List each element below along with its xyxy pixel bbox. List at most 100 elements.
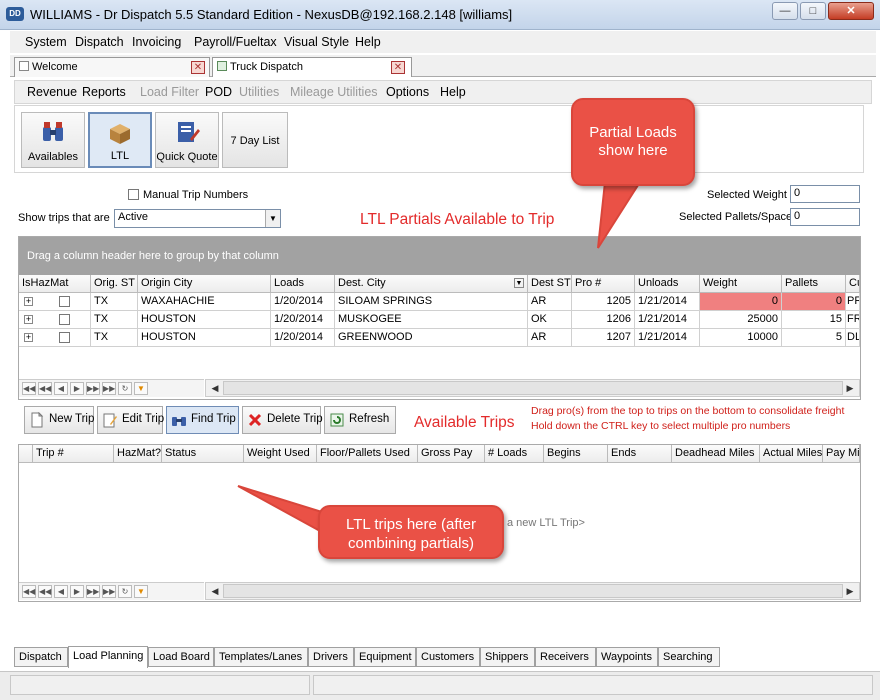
prev-record-icon[interactable]: ◀ xyxy=(54,382,68,395)
cell-weight[interactable]: 10000 xyxy=(700,329,782,347)
prev-page-icon[interactable]: ◀◀ xyxy=(38,382,52,395)
horizontal-scrollbar[interactable]: ◀ ▶ xyxy=(205,379,860,397)
cell-pallets[interactable]: 5 xyxy=(782,329,846,347)
tab-dispatch[interactable]: Dispatch xyxy=(14,647,68,667)
close-button[interactable]: ✕ xyxy=(828,2,874,20)
menu-options[interactable]: Options xyxy=(386,85,429,99)
prev-record-icon[interactable]: ◀ xyxy=(54,585,68,598)
availables-button[interactable]: Availables xyxy=(21,112,85,168)
cell-cu[interactable]: DLS xyxy=(846,329,860,347)
first-record-icon[interactable]: ◀◀ xyxy=(22,382,36,395)
manual-trip-numbers-checkbox[interactable] xyxy=(128,189,139,200)
prev-page-icon[interactable]: ◀◀ xyxy=(38,585,52,598)
close-tab-icon[interactable]: ✕ xyxy=(191,61,205,74)
col-pro[interactable]: Pro # xyxy=(572,275,635,293)
refresh-button[interactable]: Refresh xyxy=(324,406,396,434)
ltl-button[interactable]: LTL xyxy=(88,112,152,168)
cell-pro[interactable]: 1207 xyxy=(572,329,635,347)
cell-loads[interactable]: 1/20/2014 xyxy=(271,311,335,329)
expand-icon[interactable]: + xyxy=(24,297,33,306)
hazmat-checkbox[interactable] xyxy=(59,331,70,343)
col-dest-st[interactable]: Dest ST xyxy=(528,275,572,293)
cell-pro[interactable]: 1206 xyxy=(572,311,635,329)
cell-orig-st[interactable]: TX xyxy=(91,293,138,311)
col-status[interactable]: Status xyxy=(162,445,244,463)
col-actual-miles[interactable]: Actual Miles xyxy=(760,445,823,463)
col-cu[interactable]: Cu xyxy=(846,275,860,293)
tab-shippers[interactable]: Shippers xyxy=(480,647,535,667)
minimize-button[interactable]: — xyxy=(772,2,798,20)
horizontal-scrollbar[interactable]: ◀ ▶ xyxy=(205,582,860,600)
cell-pro[interactable]: 1205 xyxy=(572,293,635,311)
delete-trip-button[interactable]: Delete Trip xyxy=(242,406,323,434)
cell-orig-st[interactable]: TX xyxy=(91,311,138,329)
next-record-icon[interactable]: ▶ xyxy=(70,585,84,598)
tab-waypoints[interactable]: Waypoints xyxy=(596,647,658,667)
first-record-icon[interactable]: ◀◀ xyxy=(22,585,36,598)
menu-load-filter[interactable]: Load Filter xyxy=(140,85,199,99)
filter-icon[interactable]: ▼ xyxy=(134,382,148,395)
tab-receivers[interactable]: Receivers xyxy=(535,647,596,667)
refresh-icon[interactable]: ↻ xyxy=(118,585,132,598)
col-loads[interactable]: Loads xyxy=(271,275,335,293)
close-tab-icon[interactable]: ✕ xyxy=(391,61,405,74)
menu-mileage-utilities[interactable]: Mileage Utilities xyxy=(290,85,378,99)
show-trips-select[interactable]: Active ▼ xyxy=(114,209,281,228)
menu-invoicing[interactable]: Invoicing xyxy=(132,35,181,49)
last-record-icon[interactable]: ▶▶ xyxy=(102,585,116,598)
cell-pallets[interactable]: 0 xyxy=(782,293,846,311)
col-ishazmat[interactable]: IsHazMat xyxy=(19,275,91,293)
cell-origin-city[interactable]: HOUSTON xyxy=(138,329,271,347)
new-trip-button[interactable]: New Trip xyxy=(24,406,94,434)
cell-dest-city[interactable]: SILOAM SPRINGS xyxy=(335,293,528,311)
menu-reports[interactable]: Reports xyxy=(82,85,126,99)
cell-unloads[interactable]: 1/21/2014 xyxy=(635,311,700,329)
tab-drivers[interactable]: Drivers xyxy=(308,647,354,667)
scroll-left-icon[interactable]: ◀ xyxy=(208,584,222,598)
tab-customers[interactable]: Customers xyxy=(416,647,480,667)
col-pallets[interactable]: Pallets xyxy=(782,275,846,293)
tab-load-planning[interactable]: Load Planning xyxy=(68,646,148,668)
menu-payroll-fueltax[interactable]: Payroll/Fueltax xyxy=(194,35,277,49)
menu-help[interactable]: Help xyxy=(355,35,381,49)
cell-dest-city[interactable]: MUSKOGEE xyxy=(335,311,528,329)
quick-quote-button[interactable]: Quick Quote xyxy=(155,112,219,168)
selected-pallets-field[interactable]: 0 xyxy=(790,208,860,226)
menu-pod[interactable]: POD xyxy=(205,85,232,99)
cell-pallets[interactable]: 15 xyxy=(782,311,846,329)
next-page-icon[interactable]: ▶▶ xyxy=(86,382,100,395)
menu-help-sub[interactable]: Help xyxy=(440,85,466,99)
col-ends[interactable]: Ends xyxy=(608,445,672,463)
cell-weight[interactable]: 0 xyxy=(700,293,782,311)
hazmat-checkbox[interactable] xyxy=(59,295,70,307)
table-row[interactable]: + xyxy=(19,329,91,347)
tab-load-board[interactable]: Load Board xyxy=(148,647,214,667)
expand-icon[interactable]: + xyxy=(24,333,33,342)
col-begins[interactable]: Begins xyxy=(544,445,608,463)
tab-searching[interactable]: Searching xyxy=(658,647,720,667)
tab-templates-lanes[interactable]: Templates/Lanes xyxy=(214,647,308,667)
col-unloads[interactable]: Unloads xyxy=(635,275,700,293)
menu-visual-style[interactable]: Visual Style xyxy=(284,35,349,49)
hazmat-checkbox[interactable] xyxy=(59,313,70,325)
col-weight-used[interactable]: Weight Used xyxy=(244,445,317,463)
col-origin-city[interactable]: Origin City xyxy=(138,275,271,293)
scroll-right-icon[interactable]: ▶ xyxy=(843,381,857,395)
menu-dispatch[interactable]: Dispatch xyxy=(75,35,124,49)
scroll-thumb[interactable] xyxy=(223,381,843,395)
cell-dest-city[interactable]: GREENWOOD xyxy=(335,329,528,347)
col-gross-pay[interactable]: Gross Pay xyxy=(418,445,485,463)
cell-unloads[interactable]: 1/21/2014 xyxy=(635,329,700,347)
col-loads-count[interactable]: # Loads xyxy=(485,445,544,463)
filter-icon[interactable]: ▼ xyxy=(134,585,148,598)
scroll-right-icon[interactable]: ▶ xyxy=(843,584,857,598)
cell-dest-st[interactable]: OK xyxy=(528,311,572,329)
col-floor-pallets-used[interactable]: Floor/Pallets Used xyxy=(317,445,418,463)
cell-origin-city[interactable]: HOUSTON xyxy=(138,311,271,329)
col-pay-miles[interactable]: Pay Miles xyxy=(823,445,860,463)
maximize-button[interactable]: □ xyxy=(800,2,826,20)
filter-icon[interactable]: ▼ xyxy=(514,278,524,288)
chevron-down-icon[interactable]: ▼ xyxy=(265,210,280,227)
col-trip[interactable]: Trip # xyxy=(33,445,114,463)
cell-orig-st[interactable]: TX xyxy=(91,329,138,347)
